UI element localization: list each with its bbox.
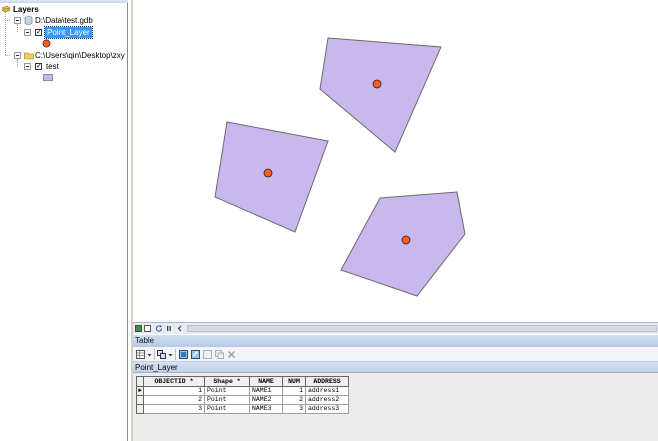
- horizontal-scrollbar[interactable]: [187, 325, 657, 332]
- collapse-toggle[interactable]: [24, 29, 31, 36]
- column-header-address[interactable]: ADDRESS: [305, 376, 349, 387]
- row-selector[interactable]: [136, 404, 144, 414]
- table-row[interactable]: ► 1 Point NAME1 1 address1: [136, 386, 349, 396]
- clear-selection-icon[interactable]: [203, 350, 212, 359]
- row-selector[interactable]: [136, 395, 144, 405]
- toolbar-separator: [175, 349, 176, 360]
- toc-layer-point[interactable]: ✓ Point_Layer: [0, 26, 128, 39]
- column-header-selector[interactable]: [136, 376, 144, 387]
- chevron-down-icon[interactable]: [147, 350, 152, 359]
- toc-layer-label[interactable]: Point_Layer: [44, 26, 93, 39]
- toc-group-gdb[interactable]: D:\Data\test.gdb: [0, 15, 128, 26]
- column-header-objectid[interactable]: OBJECTID *: [143, 376, 205, 387]
- scroll-left-icon[interactable]: [177, 325, 183, 332]
- cell-shape[interactable]: Point: [204, 386, 250, 396]
- cell-address[interactable]: address1: [305, 386, 349, 396]
- polygon-symbol-icon: [43, 74, 53, 83]
- table-window: Table Point_Layer OBJECTID * Shape * NAM…: [133, 322, 658, 441]
- collapse-toggle[interactable]: [14, 52, 21, 59]
- table-window-title: Table: [133, 335, 658, 347]
- toc-layer-label[interactable]: test: [46, 61, 59, 72]
- layer-visibility-checkbox[interactable]: ✓: [35, 29, 42, 36]
- cell-objectid[interactable]: 3: [143, 404, 205, 414]
- select-by-attributes-icon[interactable]: [179, 350, 188, 359]
- cell-objectid[interactable]: 1: [143, 386, 205, 396]
- row-selector[interactable]: ►: [136, 386, 144, 396]
- cell-name[interactable]: NAME2: [249, 395, 283, 405]
- point-feature[interactable]: [263, 168, 273, 178]
- column-header-name[interactable]: NAME: [249, 376, 283, 387]
- table-header-row: OBJECTID * Shape * NAME NUM ADDRESS: [136, 376, 349, 387]
- toc-group-folder[interactable]: C:\Users\qin\Desktop\zxy: [0, 50, 128, 61]
- chevron-down-icon[interactable]: [168, 350, 173, 359]
- attribute-table: OBJECTID * Shape * NAME NUM ADDRESS ► 1 …: [136, 376, 349, 414]
- column-header-num[interactable]: NUM: [282, 376, 306, 387]
- table-row[interactable]: 3 Point NAME3 3 address3: [136, 404, 349, 414]
- attribute-grid-area: OBJECTID * Shape * NAME NUM ADDRESS ► 1 …: [133, 373, 658, 441]
- toc-header-strip: [0, 0, 128, 3]
- point-symbol-icon: [42, 39, 51, 50]
- cell-num[interactable]: 1: [282, 386, 306, 396]
- toc-root-label: Layers: [13, 5, 39, 14]
- collapse-toggle[interactable]: [14, 17, 21, 24]
- pause-icon[interactable]: [166, 325, 172, 332]
- table-options-icon[interactable]: [136, 350, 145, 359]
- related-tables-icon[interactable]: [157, 350, 166, 359]
- cell-address[interactable]: address2: [305, 395, 349, 405]
- cell-name[interactable]: NAME1: [249, 386, 283, 396]
- table-toolbar: [133, 347, 658, 362]
- data-view-icon[interactable]: [135, 325, 142, 332]
- cell-objectid[interactable]: 2: [143, 395, 205, 405]
- cell-num[interactable]: 3: [282, 404, 306, 414]
- delete-selected-icon[interactable]: [227, 350, 236, 359]
- cell-shape[interactable]: Point: [204, 404, 250, 414]
- refresh-icon[interactable]: [155, 325, 163, 332]
- toc-group-source: C:\Users\qin\Desktop\zxy: [35, 51, 125, 60]
- point-feature[interactable]: [372, 79, 382, 89]
- table-layer-tab[interactable]: Point_Layer: [133, 362, 658, 373]
- zoom-to-selected-icon[interactable]: [215, 350, 224, 359]
- collapse-toggle[interactable]: [24, 63, 31, 70]
- switch-selection-icon[interactable]: [191, 350, 200, 359]
- toc-root-row[interactable]: Layers: [0, 4, 128, 15]
- point-feature[interactable]: [401, 235, 411, 245]
- table-of-contents: Layers D:\Data\test.gdb ✓ Point_Layer C:…: [0, 0, 128, 441]
- layout-view-icon[interactable]: [144, 325, 151, 332]
- toolbar-separator: [154, 349, 155, 360]
- toc-group-source: D:\Data\test.gdb: [35, 16, 93, 25]
- map-canvas[interactable]: [133, 0, 658, 322]
- cell-num[interactable]: 2: [282, 395, 306, 405]
- view-toolbar: [133, 322, 658, 334]
- current-row-indicator: ►: [138, 387, 142, 394]
- cell-address[interactable]: address3: [305, 404, 349, 414]
- column-header-shape[interactable]: Shape *: [204, 376, 250, 387]
- cell-shape[interactable]: Point: [204, 395, 250, 405]
- table-row[interactable]: 2 Point NAME2 2 address2: [136, 395, 349, 405]
- layer-visibility-checkbox[interactable]: ✓: [35, 63, 42, 70]
- cell-name[interactable]: NAME3: [249, 404, 283, 414]
- toc-layer-test[interactable]: ✓ test: [0, 61, 128, 72]
